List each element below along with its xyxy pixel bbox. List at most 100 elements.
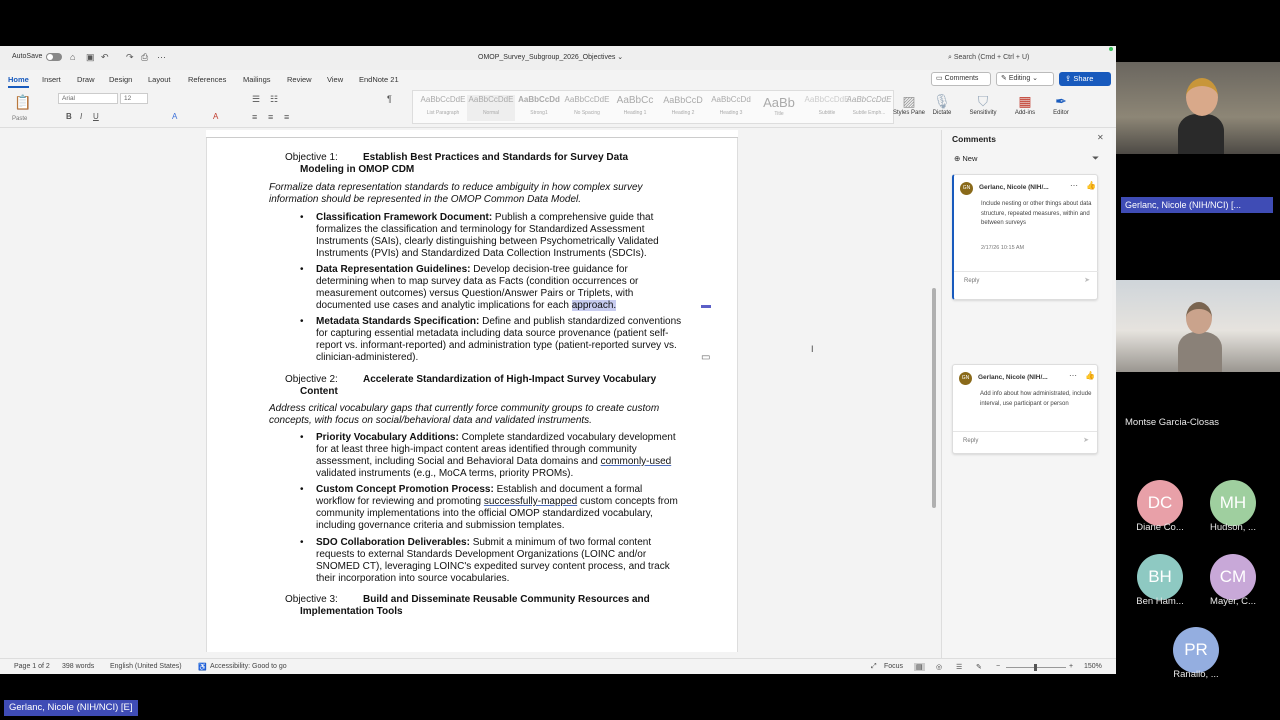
tab-draw[interactable]: Draw bbox=[77, 75, 95, 84]
dictate-button[interactable]: 🎙 Dictate bbox=[924, 92, 960, 116]
more-icon[interactable]: ⋯ bbox=[157, 52, 166, 63]
participant-avatar[interactable]: PR bbox=[1173, 627, 1219, 673]
home-icon[interactable]: ⌂ bbox=[70, 52, 75, 62]
align-left-icon[interactable]: ≡ bbox=[252, 112, 257, 122]
autosave-toggle[interactable] bbox=[46, 53, 62, 61]
text-effects-icon[interactable]: A bbox=[172, 112, 177, 121]
style-heading-3[interactable]: AaBbCcDd Heading 3 bbox=[707, 95, 755, 121]
outline-view-icon[interactable]: ☰ bbox=[956, 663, 962, 671]
video-tile-speaker[interactable] bbox=[1116, 62, 1280, 154]
tab-references[interactable]: References bbox=[188, 75, 226, 84]
styles-pane-button[interactable]: ▨ Styles Pane bbox=[891, 92, 927, 116]
participant-avatar[interactable]: MH bbox=[1210, 480, 1256, 526]
web-layout-icon[interactable]: ◎ bbox=[936, 663, 942, 671]
more-options-icon[interactable]: ⋯ bbox=[1069, 371, 1077, 380]
style-subtle-emphasis[interactable]: AaBbCcDdE Subtle Emph... bbox=[845, 95, 893, 121]
send-icon[interactable]: ➤ bbox=[1083, 432, 1089, 450]
style-title[interactable]: AaBb Title bbox=[755, 95, 803, 121]
style-no-spacing[interactable]: AaBbCcDdE No Spacing bbox=[563, 95, 611, 121]
tab-review[interactable]: Review bbox=[287, 75, 312, 84]
paragraph-mark-icon[interactable]: ¶ bbox=[387, 94, 392, 104]
focus-button[interactable]: Focus bbox=[884, 663, 903, 670]
comment-marker-icon[interactable]: ▬ bbox=[701, 300, 711, 311]
objective-title: Establish Best Practices and Standards f… bbox=[363, 152, 629, 163]
tab-home[interactable]: Home bbox=[8, 75, 29, 88]
horizontal-ruler[interactable] bbox=[206, 130, 738, 138]
more-options-icon[interactable]: ⋯ bbox=[1070, 181, 1078, 190]
word-count[interactable]: 398 words bbox=[62, 663, 94, 670]
video-tile-participant[interactable] bbox=[1116, 280, 1280, 372]
close-icon[interactable]: ✕ bbox=[1097, 133, 1104, 142]
participant-avatar[interactable]: BH bbox=[1137, 554, 1183, 600]
search-box[interactable]: ⌕ Search (Cmd + Ctrl + U) bbox=[948, 51, 1098, 65]
reply-field[interactable]: Reply ➤ bbox=[953, 431, 1097, 449]
align-center-icon[interactable]: ≡ bbox=[268, 112, 273, 122]
print-icon[interactable]: ⎙ bbox=[141, 52, 148, 63]
sensitivity-button[interactable]: ⛉ Sensitivity bbox=[965, 92, 1001, 116]
avatar: GN bbox=[959, 372, 972, 385]
new-comment-button[interactable]: ⊕ New bbox=[954, 154, 977, 163]
comment-marker-icon[interactable]: ▭ bbox=[701, 352, 710, 363]
style-name: Heading 1 bbox=[623, 110, 647, 116]
page-count[interactable]: Page 1 of 2 bbox=[14, 663, 50, 670]
commented-text[interactable]: approach. bbox=[571, 300, 617, 311]
document-page[interactable]: Objective 1: Establish Best Practices an… bbox=[206, 138, 738, 652]
filter-icon[interactable]: ⏷ bbox=[1092, 153, 1099, 164]
style-normal[interactable]: AaBbCcDdE Normal bbox=[467, 95, 515, 121]
document-title[interactable]: OMOP_Survey_Subgroup_2026_Objectives ⌄ bbox=[478, 53, 623, 61]
bullets-icon[interactable]: ☰ bbox=[252, 94, 260, 105]
like-icon[interactable]: 👍 bbox=[1086, 181, 1096, 190]
zoom-in-icon[interactable]: + bbox=[1069, 663, 1073, 670]
zoom-out-icon[interactable]: − bbox=[996, 663, 1000, 670]
bold-icon[interactable]: B bbox=[66, 112, 72, 121]
participant-avatar[interactable]: DC bbox=[1137, 480, 1183, 526]
tab-design[interactable]: Design bbox=[109, 75, 132, 84]
comment-card[interactable]: GN Gerlanc, Nicole (NIH/... ⋯ 👍 Include … bbox=[952, 174, 1098, 300]
save-icon[interactable]: ▣ bbox=[86, 52, 95, 63]
share-button[interactable]: ⇪ Share bbox=[1059, 72, 1111, 86]
spellcheck-underlined-text[interactable]: successfully-mapped bbox=[484, 496, 577, 507]
comment-card[interactable]: GN Gerlanc, Nicole (NIH/... ⋯ 👍 Add info… bbox=[952, 364, 1098, 454]
accessibility-status[interactable]: Accessibility: Good to go bbox=[210, 663, 287, 670]
tab-view[interactable]: View bbox=[327, 75, 343, 84]
chevron-down-icon: ⌄ bbox=[1030, 75, 1039, 82]
reply-field[interactable]: Reply ➤ bbox=[954, 271, 1098, 289]
tab-layout[interactable]: Layout bbox=[148, 75, 171, 84]
zoom-slider-thumb[interactable] bbox=[1034, 664, 1037, 671]
underline-icon[interactable]: U bbox=[93, 112, 99, 121]
language-indicator[interactable]: English (United States) bbox=[110, 663, 182, 670]
style-subtitle[interactable]: AaBbCcDdE Subtitle bbox=[803, 95, 851, 121]
comments-button[interactable]: ▭ Comments bbox=[931, 72, 991, 86]
numbering-icon[interactable]: ☷ bbox=[270, 94, 278, 105]
bullet-head: Metadata Standards Specification: bbox=[316, 316, 480, 327]
editing-button[interactable]: ✎ Editing ⌄ bbox=[996, 72, 1054, 86]
bullet-text: validated instruments (e.g., MoCA terms,… bbox=[316, 468, 574, 479]
zoom-level[interactable]: 150% bbox=[1084, 663, 1102, 670]
italic-icon[interactable]: I bbox=[80, 112, 82, 121]
font-color-icon[interactable]: A bbox=[213, 112, 218, 121]
draft-view-icon[interactable]: ✎ bbox=[976, 663, 982, 671]
redo-icon[interactable]: ↷ bbox=[126, 52, 134, 63]
style-name: List Paragraph bbox=[426, 110, 460, 116]
style-strong[interactable]: AaBbCcDd Strong1 bbox=[515, 95, 563, 121]
undo-icon[interactable]: ↶ bbox=[101, 52, 109, 63]
print-layout-icon[interactable]: ▤ bbox=[914, 663, 925, 671]
editor-button[interactable]: ✒ Editor bbox=[1043, 92, 1079, 116]
font-name-select[interactable]: Arial bbox=[58, 93, 118, 104]
send-icon[interactable]: ➤ bbox=[1084, 272, 1090, 290]
tab-endnote[interactable]: EndNote 21 bbox=[359, 75, 399, 84]
ribbon-tabs: Home Insert Draw Design Layout Reference… bbox=[0, 70, 1116, 88]
align-right-icon[interactable]: ≡ bbox=[284, 112, 289, 122]
spellcheck-underlined-text[interactable]: commonly-used bbox=[601, 456, 672, 467]
style-heading-1[interactable]: AaBbCc Heading 1 bbox=[611, 95, 659, 121]
style-heading-2[interactable]: AaBbCcD Heading 2 bbox=[659, 95, 707, 121]
paste-icon[interactable]: 📋 bbox=[14, 94, 31, 111]
like-icon[interactable]: 👍 bbox=[1085, 371, 1095, 380]
style-list-paragraph[interactable]: AaBbCcDdE List Paragraph bbox=[419, 95, 467, 121]
tab-insert[interactable]: Insert bbox=[42, 75, 61, 84]
font-size-select[interactable]: 12 bbox=[120, 93, 148, 104]
tab-mailings[interactable]: Mailings bbox=[243, 75, 271, 84]
addins-button[interactable]: ▦ Add-ins bbox=[1007, 92, 1043, 116]
participant-avatar[interactable]: CM bbox=[1210, 554, 1256, 600]
vertical-scrollbar[interactable] bbox=[932, 288, 936, 508]
